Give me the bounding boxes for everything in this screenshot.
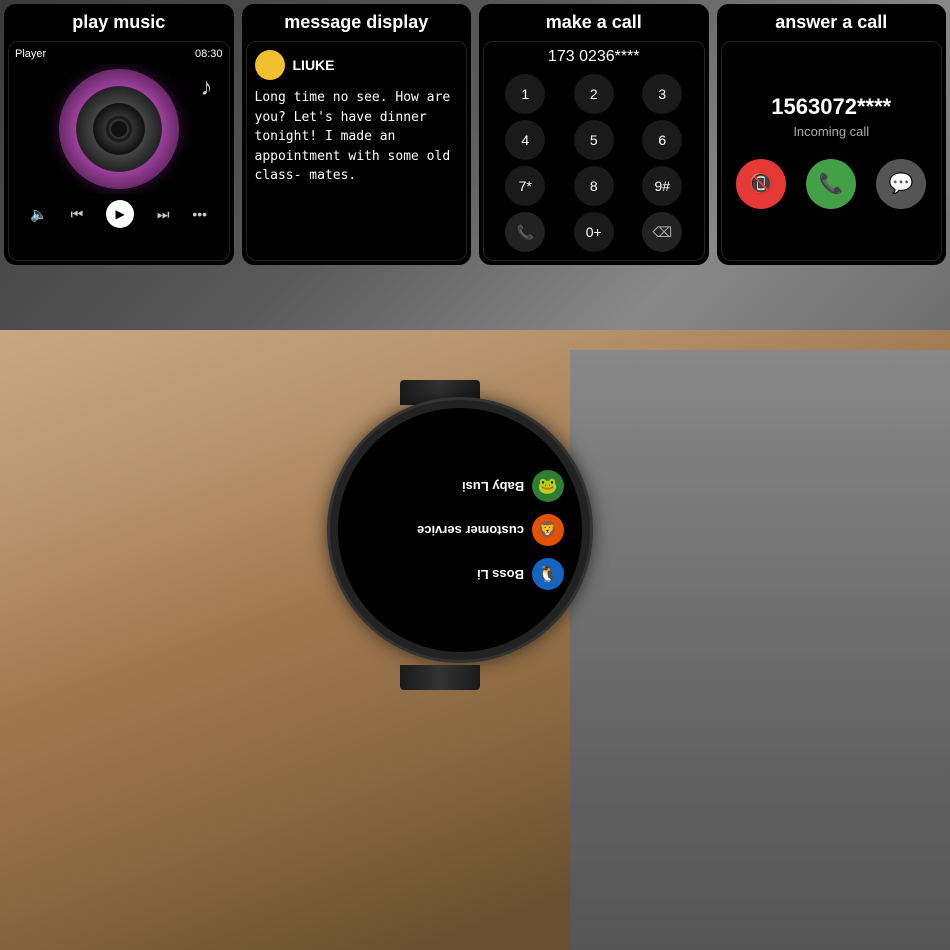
player-label: Player — [15, 48, 46, 60]
watch-contact-2: customer service 🦁 — [356, 514, 563, 546]
suit-background — [570, 350, 950, 950]
sender-name: LIUKE — [293, 57, 335, 73]
watch-contact-1: Baby Lusi 🐸 — [356, 470, 563, 502]
contact-name-1: Baby Lusi — [462, 479, 524, 494]
answer-header: answer a call — [717, 4, 947, 41]
dial-6[interactable]: 6 — [642, 120, 682, 160]
vinyl-center — [109, 119, 129, 139]
dial-2[interactable]: 2 — [574, 74, 614, 114]
answer-panel: answer a call 1563072**** Incoming call … — [717, 4, 947, 265]
contact-avatar-1: 🐸 — [532, 470, 564, 502]
sender-avatar — [255, 50, 285, 80]
dial-5[interactable]: 5 — [574, 120, 614, 160]
message-button[interactable]: 💬 — [876, 159, 926, 209]
music-screen: Player 08:30 ♪ 🔈 ⏮ ▶ ⏭ ••• — [8, 41, 230, 261]
vinyl-container: ♪ — [15, 64, 223, 194]
dialer-panel: make a call 173 0236**** 1 2 3 4 5 6 7* … — [479, 4, 709, 265]
music-header: play music — [4, 4, 234, 41]
vinyl-disc — [59, 69, 179, 189]
dialer-header: make a call — [479, 4, 709, 41]
dial-4[interactable]: 4 — [505, 120, 545, 160]
dialer-number: 173 0236**** — [490, 48, 698, 66]
answer-screen: 1563072**** Incoming call 📵 📞 💬 — [721, 41, 943, 261]
play-button[interactable]: ▶ — [106, 200, 134, 228]
dial-9hash[interactable]: 9# — [642, 166, 682, 206]
incoming-number: 1563072**** — [771, 94, 891, 120]
dial-1[interactable]: 1 — [505, 74, 545, 114]
music-panel: play music Player 08:30 ♪ 🔈 ⏮ ▶ ⏭ ••• — [4, 4, 234, 265]
message-sender-header: LIUKE — [255, 50, 459, 80]
contact-name-3: Boss Li — [477, 567, 524, 582]
dial-0plus[interactable]: 0+ — [574, 212, 614, 252]
prev-icon[interactable]: ⏮ — [71, 206, 84, 223]
music-controls: 🔈 ⏮ ▶ ⏭ ••• — [15, 194, 223, 234]
dial-7star[interactable]: 7* — [505, 166, 545, 206]
contact-avatar-2: 🦁 — [532, 514, 564, 546]
watch: Baby Lusi 🐸 customer service 🦁 Boss Li 🐧 — [310, 380, 610, 680]
music-note-icon: ♪ — [201, 74, 213, 102]
accept-button[interactable]: 📞 — [806, 159, 856, 209]
watch-body: Baby Lusi 🐸 customer service 🦁 Boss Li 🐧 — [330, 400, 590, 660]
message-panel: message display LIUKE Long time no see. … — [242, 4, 472, 265]
more-icon[interactable]: ••• — [192, 206, 207, 222]
contact-name-2: customer service — [417, 523, 524, 538]
decline-button[interactable]: 📵 — [736, 159, 786, 209]
music-top-bar: Player 08:30 — [15, 48, 223, 60]
message-body: Long time no see. How are you? Let's hav… — [255, 88, 459, 186]
volume-icon[interactable]: 🔈 — [30, 206, 47, 223]
dialer-screen: 173 0236**** 1 2 3 4 5 6 7* 8 9# 📞 0+ ⌫ — [483, 41, 705, 261]
watch-strap-bottom — [400, 665, 480, 690]
player-time: 08:30 — [195, 48, 223, 60]
watch-screen: Baby Lusi 🐸 customer service 🦁 Boss Li 🐧 — [338, 408, 582, 652]
message-header: message display — [242, 4, 472, 41]
call-actions: 📵 📞 💬 — [736, 159, 926, 209]
watch-contact-3: Boss Li 🐧 — [356, 558, 563, 590]
feature-panels: play music Player 08:30 ♪ 🔈 ⏮ ▶ ⏭ ••• me — [0, 0, 950, 269]
message-screen: LIUKE Long time no see. How are you? Let… — [246, 41, 468, 261]
dial-8[interactable]: 8 — [574, 166, 614, 206]
dial-call[interactable]: 📞 — [505, 212, 545, 252]
dial-3[interactable]: 3 — [642, 74, 682, 114]
dialer-grid: 1 2 3 4 5 6 7* 8 9# 📞 0+ ⌫ — [490, 74, 698, 252]
dial-delete[interactable]: ⌫ — [642, 212, 682, 252]
next-icon[interactable]: ⏭ — [157, 206, 170, 223]
incoming-label: Incoming call — [793, 124, 869, 139]
contact-avatar-3: 🐧 — [532, 558, 564, 590]
